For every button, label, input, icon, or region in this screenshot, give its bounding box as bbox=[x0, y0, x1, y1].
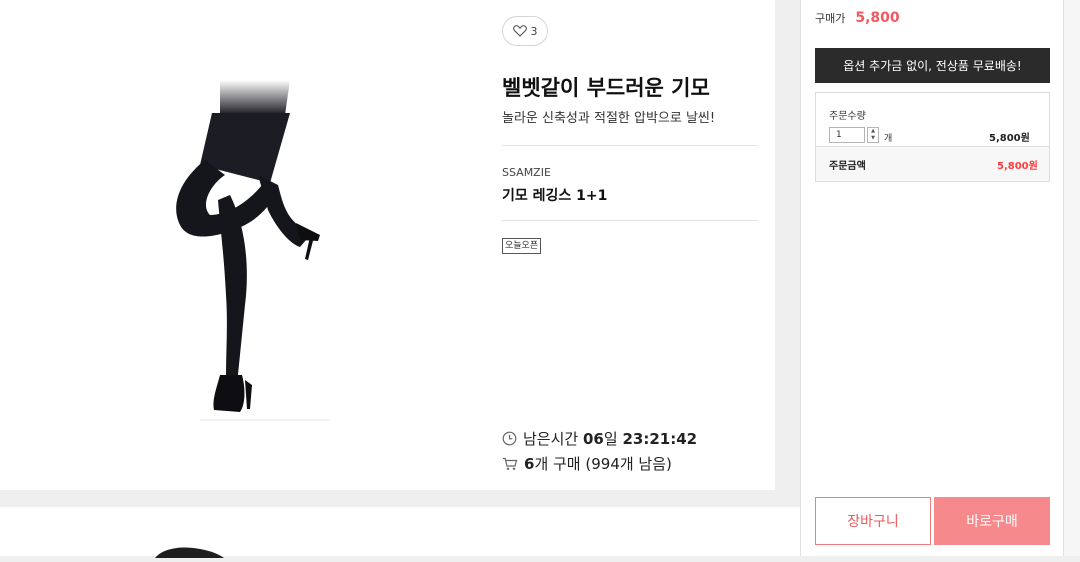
add-to-cart-button[interactable]: 장바구니 bbox=[815, 497, 931, 545]
buy-now-button[interactable]: 바로구매 bbox=[934, 497, 1050, 545]
next-product-image[interactable] bbox=[150, 543, 230, 558]
total-value: 5,800원 bbox=[997, 161, 1038, 172]
total-label: 주문금액 bbox=[829, 161, 866, 172]
divider bbox=[502, 145, 758, 146]
quantity-label: 주문수량 bbox=[829, 111, 866, 122]
timer-days: 06 bbox=[582, 430, 604, 448]
order-panel bbox=[800, 0, 1064, 556]
sales-count: 6개 구매 (994개 남음) bbox=[502, 453, 672, 474]
brand-name[interactable]: SSAMZIE bbox=[502, 166, 551, 179]
sales-number: 6 bbox=[524, 455, 535, 473]
sales-text: 개 구매 (994개 남음) bbox=[534, 455, 672, 473]
heart-icon bbox=[512, 25, 527, 37]
quantity-stepper[interactable]: ▲ ▼ bbox=[867, 127, 879, 143]
price-label: 구매가 bbox=[815, 12, 846, 25]
like-count: 3 bbox=[530, 24, 538, 38]
quantity-input[interactable]: 1 bbox=[829, 127, 865, 143]
price-row: 구매가 5,800 bbox=[815, 10, 900, 26]
legs-illustration bbox=[176, 80, 330, 421]
status-badge: 오늘오픈 bbox=[502, 238, 542, 254]
next-product-thumbnail bbox=[155, 547, 224, 558]
shipping-banner: 옵션 추가금 없이, 전상품 무료배송! bbox=[815, 48, 1050, 83]
timer-days-unit: 일 bbox=[603, 430, 618, 448]
decrement-button[interactable]: ▼ bbox=[868, 135, 878, 142]
next-product-card bbox=[0, 507, 800, 556]
timer-time: 23:21:42 bbox=[622, 430, 698, 448]
divider bbox=[502, 220, 758, 221]
product-subtitle: 놀라운 신축성과 적절한 압박으로 날씬! bbox=[502, 111, 716, 126]
remaining-time: 남은시간 06일 23:21:42 bbox=[502, 428, 697, 449]
scrollbar[interactable] bbox=[1064, 0, 1080, 556]
clock-icon bbox=[502, 431, 517, 446]
product-name: 기모 레깅스 1+1 bbox=[502, 188, 608, 204]
line-price: 5,800원 bbox=[989, 133, 1030, 144]
cart-icon bbox=[503, 457, 518, 470]
timer-label: 남은시간 bbox=[523, 430, 579, 448]
price-value: 5,800 bbox=[855, 10, 900, 26]
like-button[interactable]: 3 bbox=[502, 16, 548, 46]
quantity-unit: 개 bbox=[884, 134, 893, 144]
product-title: 벨벳같이 부드러운 기모 bbox=[502, 76, 710, 100]
product-image[interactable] bbox=[150, 75, 340, 425]
increment-button[interactable]: ▲ bbox=[868, 128, 878, 135]
